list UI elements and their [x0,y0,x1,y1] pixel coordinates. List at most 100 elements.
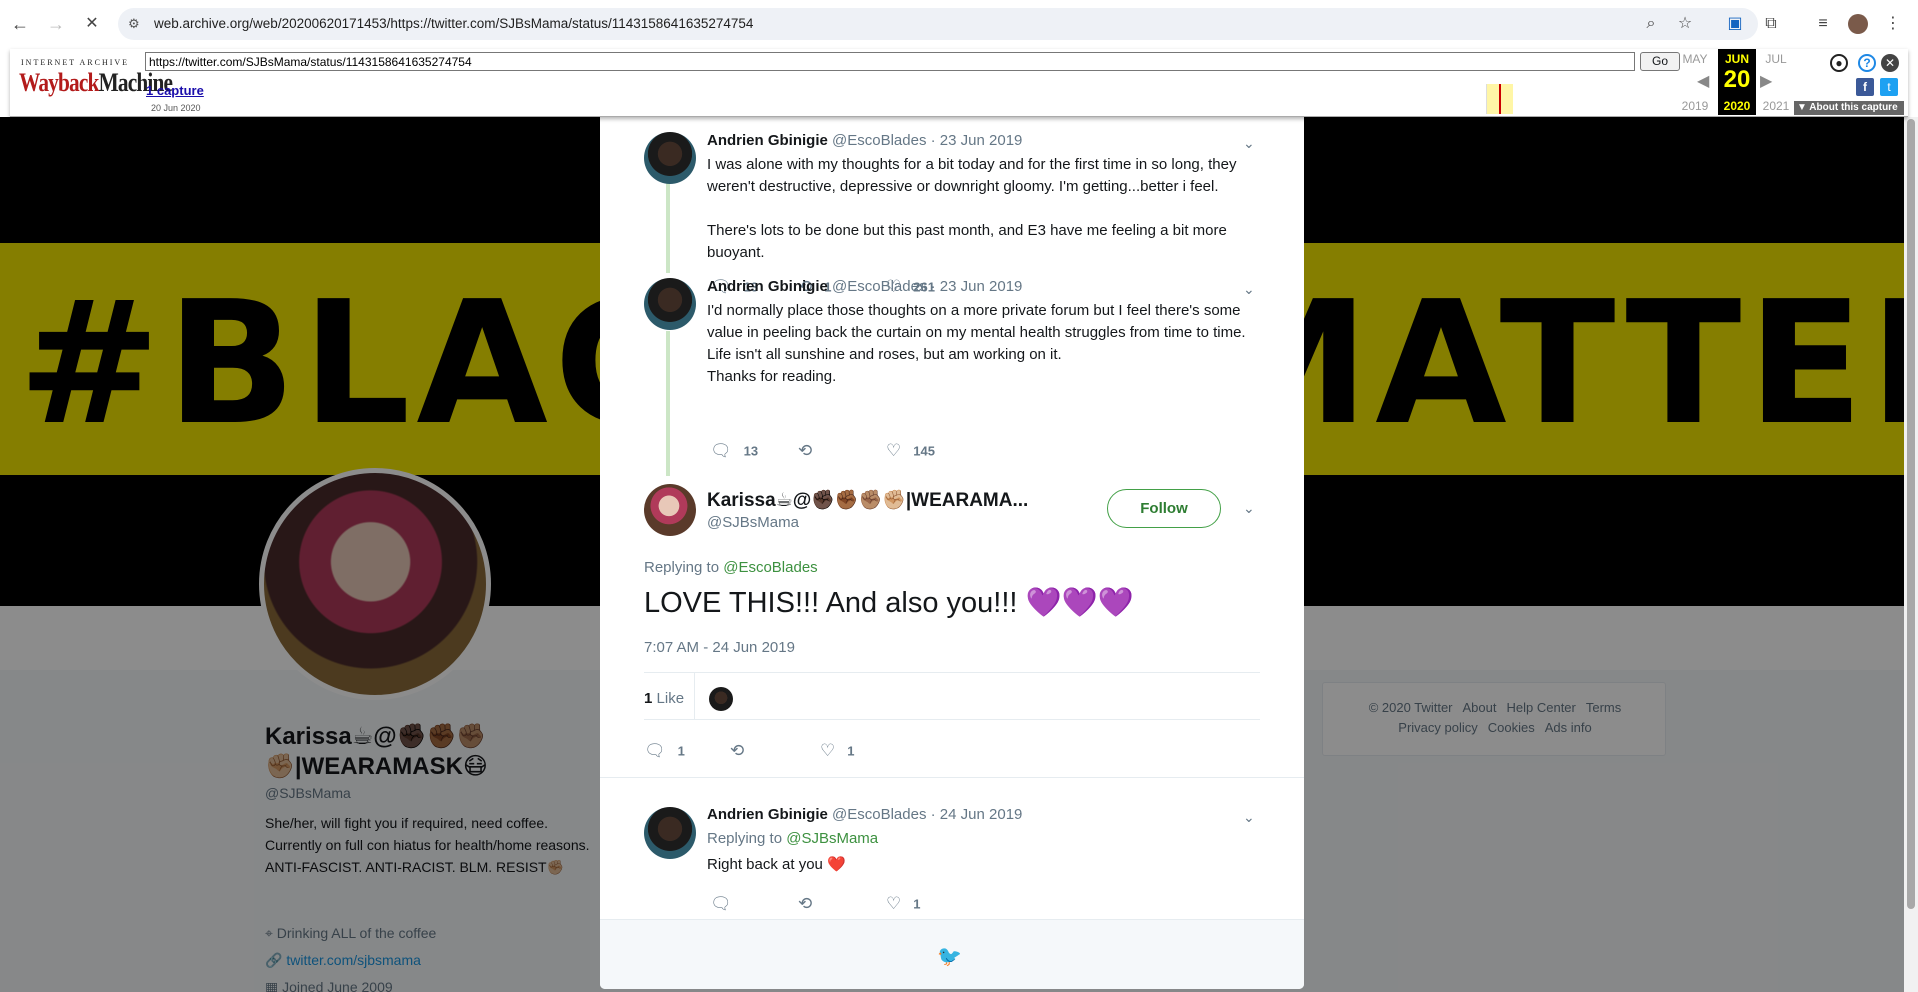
main-tweet-author-handle[interactable]: @SJBsMama [707,514,799,531]
wayback-logo-word: Wayback [19,68,99,97]
wayback-go-button[interactable]: Go [1640,52,1680,71]
main-tweet-timestamp[interactable]: 7:07 AM - 24 Jun 2019 [644,639,795,656]
heart-icon: ♡ [820,741,836,760]
tweet-date[interactable]: · 23 Jun 2019 [931,132,1023,149]
prev-capture-arrow-icon[interactable]: ◀ [1697,71,1709,91]
account-icon[interactable]: ● [1830,54,1848,72]
back-arrow-icon[interactable]: ← [8,12,32,36]
bookmark-star-icon[interactable]: ☆ [1674,13,1696,35]
tweet-header: Andrien Gbinigie @EscoBlades · 23 Jun 20… [707,132,1022,149]
retweet-button[interactable]: ⟲ [798,441,824,461]
main-tweet-text-body: LOVE THIS!!! And also you!!! [644,587,1018,619]
browser-toolbar: ← → ✕ ⚙ web.archive.org/web/202006201714… [0,0,1918,48]
tweet-author-name[interactable]: Andrien Gbinigie [707,806,828,823]
tweet-author-name[interactable]: Andrien Gbinigie [707,132,828,149]
chevron-down-icon[interactable]: ⌄ [1243,135,1255,152]
chevron-down-icon[interactable]: ⌄ [1243,809,1255,826]
captures-link[interactable]: 1 capture [146,83,204,98]
like-button[interactable]: ♡ 145 [886,441,935,461]
tweet-text-continued: Thanks for reading. [707,368,837,385]
media-icon[interactable]: ≡ [1812,13,1834,35]
address-bar[interactable]: ⚙ web.archive.org/web/20200620171453/htt… [118,8,1758,40]
like-count: 1 [847,743,855,759]
tweet-avatar[interactable] [644,278,696,330]
facebook-share-icon[interactable]: f [1856,78,1874,96]
replying-to-label: Replying to [707,830,783,847]
tweet-author-handle[interactable]: @EscoBlades [832,278,926,295]
extension-icon[interactable]: ▣ [1724,13,1746,35]
tweet-text: I was alone with my thoughts for a bit t… [707,156,1237,195]
prev-year-label[interactable]: 2019 [1678,99,1712,113]
tweet-date[interactable]: · 23 Jun 2019 [931,278,1023,295]
heart-icon: ♡ [886,894,902,913]
menu-kebab-icon[interactable]: ⋮ [1882,13,1904,35]
reply-count: 1 [677,743,685,759]
like-count: 145 [913,443,935,459]
modal-footer: 🐦 [600,919,1304,989]
scrollbar-thumb[interactable] [1907,119,1915,909]
profile-avatar-icon[interactable] [1848,14,1868,34]
about-capture-toggle[interactable]: ▼ About this capture [1794,101,1904,115]
sparkline-capture-tick[interactable] [1499,84,1501,114]
reply-button[interactable]: 🗨 1 [644,741,685,761]
retweet-button[interactable]: ⟲ [798,894,824,914]
twitter-bird-icon: 🐦 [937,946,962,968]
main-tweet-avatar[interactable] [644,484,696,536]
capture-sparkline[interactable] [825,84,1671,114]
current-year: 2020 [1723,99,1751,113]
divider [600,777,1304,778]
like-count: 1 [913,896,921,912]
tweet-avatar[interactable] [644,132,696,184]
reply-count: 13 [743,443,759,459]
puzzle-icon[interactable]: ⧉ [1760,13,1782,35]
tweet-author-handle[interactable]: @EscoBlades [832,806,926,823]
likes-summary[interactable]: 1 Like [644,690,684,707]
tweet-author-name[interactable]: Andrien Gbinigie [707,278,828,295]
chevron-down-icon[interactable]: ⌄ [1243,500,1255,517]
forward-arrow-icon[interactable]: → [44,12,68,36]
reply-button[interactable]: 🗨 [710,894,744,914]
help-icon[interactable]: ? [1858,54,1876,72]
reply-icon: 🗨 [644,741,666,760]
current-month: JUN [1724,52,1749,66]
wayback-url-input[interactable] [145,52,1635,71]
tweet-date[interactable]: · 24 Jun 2019 [931,806,1023,823]
tweet-avatar[interactable] [644,807,696,859]
follow-button[interactable]: Follow [1107,489,1221,528]
divider [644,719,1260,720]
tweet-text: Right back at you ❤️ [707,854,1267,876]
like-button[interactable]: ♡ 1 [886,894,920,914]
tweet-author-handle[interactable]: @EscoBlades [832,132,926,149]
next-capture-arrow-icon[interactable]: ▶ [1760,71,1772,91]
next-month-label[interactable]: JUL [1759,52,1793,66]
retweet-icon: ⟲ [798,441,813,460]
twitter-share-icon[interactable]: t [1880,78,1898,96]
like-button[interactable]: ♡ 1 [820,741,854,761]
zoom-icon[interactable]: ⌕ [1640,13,1662,35]
replying-to-label: Replying to [644,559,720,576]
replying-to-link[interactable]: @SJBsMama [786,830,878,847]
main-tweet-text: LOVE THIS!!! And also you!!! 💜💜💜 [644,586,1134,620]
replying-to-link[interactable]: @EscoBlades [723,559,817,576]
divider [644,672,1260,673]
prev-month-label[interactable]: MAY [1678,52,1712,66]
reply-button[interactable]: 🗨 13 [710,441,758,461]
tweet-text-continued: There's lots to be done but this past mo… [707,222,1227,261]
close-toolbar-icon[interactable]: ✕ [1881,54,1899,72]
chevron-down-icon[interactable]: ⌄ [1243,281,1255,298]
next-year-label[interactable]: 2021 [1759,99,1793,113]
site-info-icon[interactable]: ⚙ [128,16,144,32]
page-scrollbar[interactable] [1904,117,1918,992]
retweet-icon: ⟲ [798,894,813,913]
red-heart-emoji: ❤️ [827,856,846,873]
reply-icon: 🗨 [710,441,732,460]
stop-loading-icon[interactable]: ✕ [80,12,104,36]
address-bar-text[interactable]: web.archive.org/web/20200620171453/https… [154,16,753,31]
tweet-permalink-modal: Andrien Gbinigie @EscoBlades · 23 Jun 20… [600,117,1304,989]
tweet-text: I'd normally place those thoughts on a m… [707,302,1246,363]
current-day: 20 [1723,66,1751,93]
main-tweet-author-name[interactable]: Karissa☕@✊🏿✊🏾✊🏽✊🏼|WEARAMA... [707,488,1028,512]
retweet-button[interactable]: ⟲ [730,741,756,761]
liker-avatar[interactable] [709,687,733,711]
thread-line [666,179,670,273]
